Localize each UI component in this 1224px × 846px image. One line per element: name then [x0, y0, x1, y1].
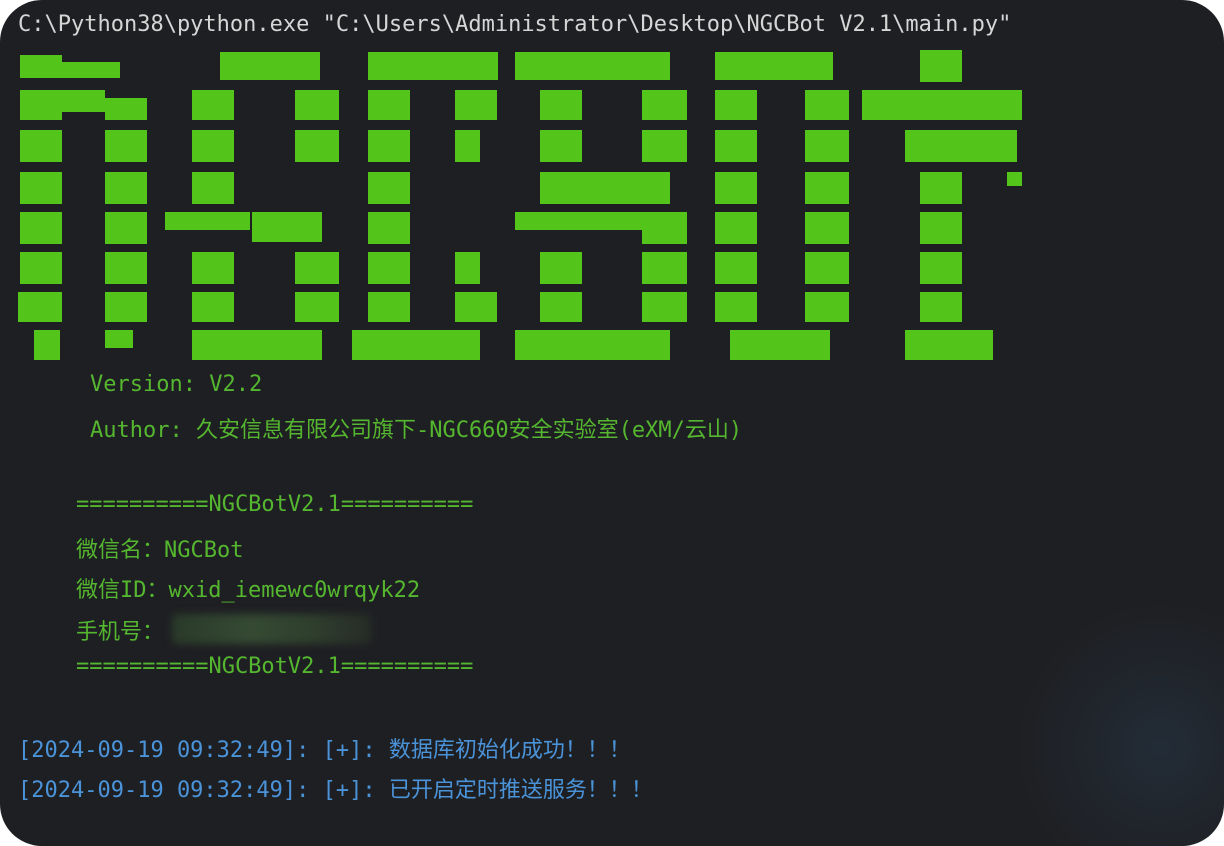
ngcbot-ascii-banner — [0, 50, 1040, 360]
wechat-id-line: 微信ID：wxid_iemewc0wrqyk22 — [76, 578, 421, 603]
redacted-phone-number — [172, 614, 372, 644]
version-line: Version: V2.2 — [90, 372, 263, 397]
wechat-name-line: 微信名：NGCBot — [76, 538, 244, 563]
phone-label: 手机号： — [76, 620, 165, 645]
background-noise — [1014, 600, 1224, 846]
separator-bottom: ==========NGCBotV2.1========== — [76, 654, 474, 679]
log-line: [2024-09-19 09:32:49]: [+]: 已开启定时推送服务！！！ — [18, 778, 653, 803]
terminal-window: C:\Python38\python.exe "C:\Users\Adminis… — [0, 0, 1224, 846]
log-line: [2024-09-19 09:32:49]: [+]: 数据库初始化成功！！！ — [18, 738, 631, 763]
command-line: C:\Python38\python.exe "C:\Users\Adminis… — [18, 12, 1012, 37]
separator-top: ==========NGCBotV2.1========== — [76, 492, 474, 517]
author-line: Author: 久安信息有限公司旗下-NGC660安全实验室(eXM/云山) — [90, 418, 743, 443]
